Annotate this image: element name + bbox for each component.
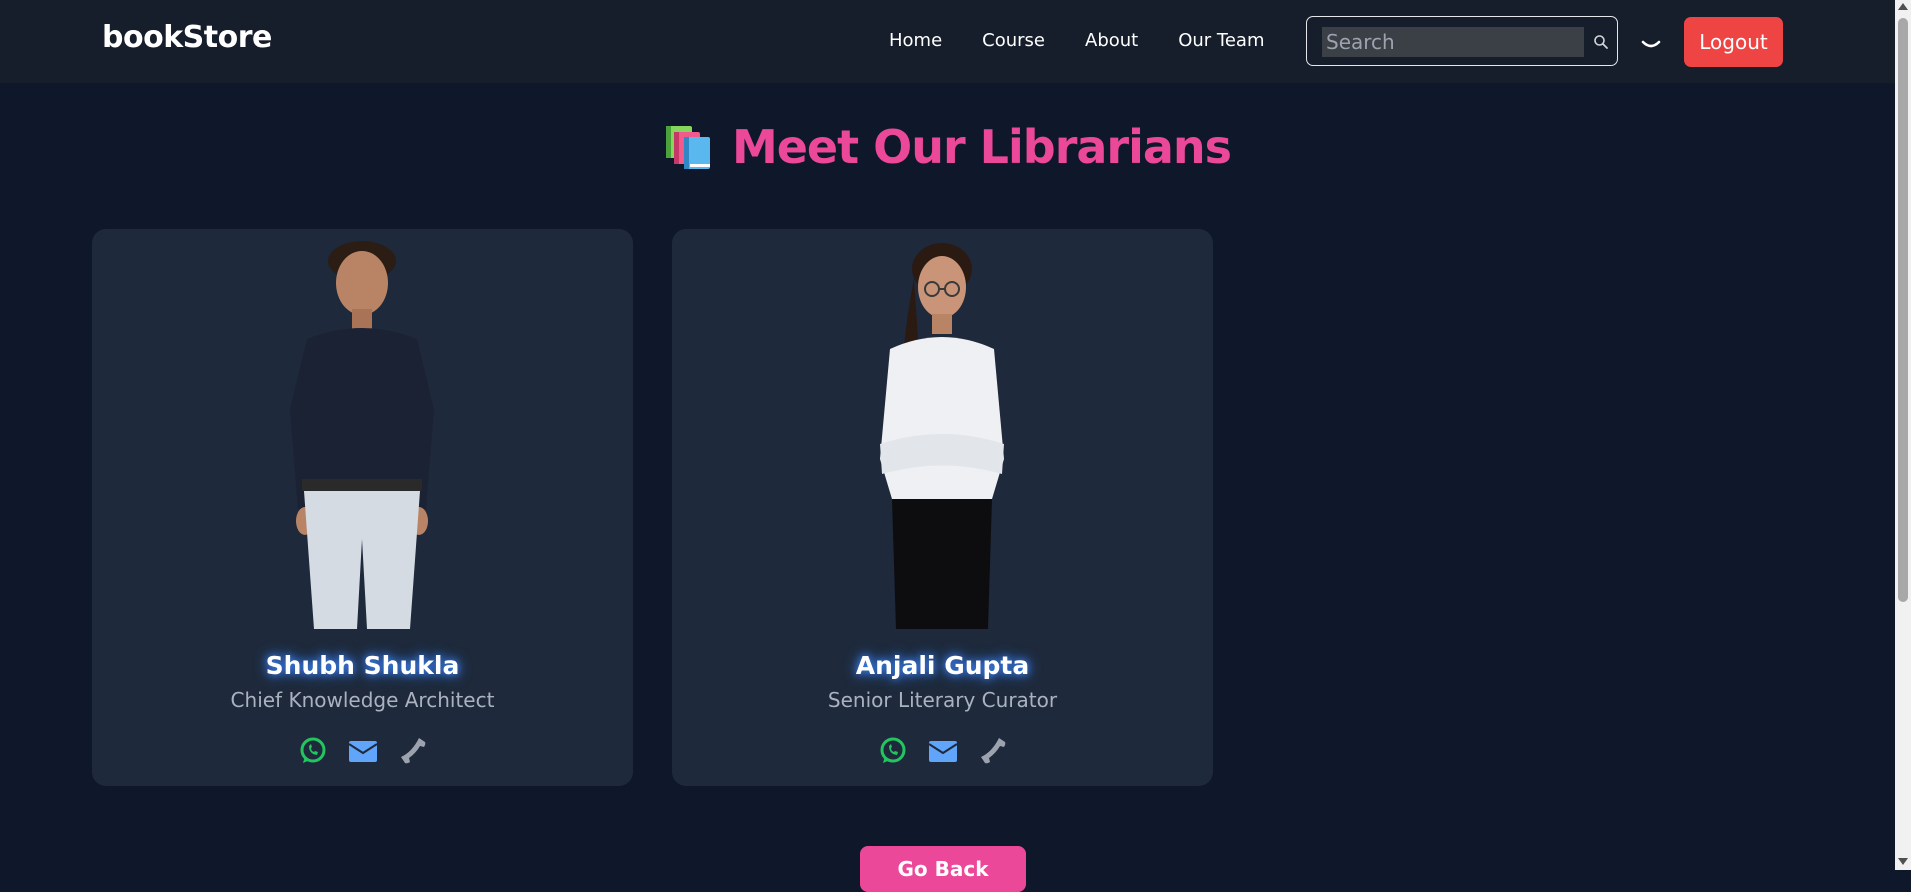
- librarian-name: Anjali Gupta: [855, 651, 1030, 680]
- librarian-card: Anjali Gupta Senior Literary Curator: [672, 229, 1213, 786]
- librarian-photo: [290, 241, 434, 629]
- librarian-name: Shubh Shukla: [265, 651, 460, 680]
- mail-icon[interactable]: [927, 736, 958, 766]
- nav-link-about[interactable]: About: [1085, 30, 1138, 51]
- nav-links: Home Course About Our Team: [889, 30, 1305, 51]
- search-input[interactable]: [1322, 27, 1584, 57]
- books-icon: [665, 126, 710, 169]
- whatsapp-icon[interactable]: [878, 736, 908, 766]
- go-back-button[interactable]: Go Back: [860, 846, 1026, 892]
- brand-logo[interactable]: bookStore: [102, 20, 272, 55]
- theme-toggle-icon[interactable]: [1640, 36, 1662, 56]
- vertical-scrollbar[interactable]: [1895, 0, 1911, 870]
- phone-icon[interactable]: [978, 736, 1008, 766]
- whatsapp-icon[interactable]: [298, 736, 328, 766]
- mail-icon[interactable]: [347, 736, 378, 766]
- navbar: bookStore Home Course About Our Team Log…: [0, 0, 1895, 83]
- scroll-down-arrow-icon[interactable]: [1898, 858, 1908, 865]
- scrollbar-thumb[interactable]: [1898, 18, 1908, 602]
- nav-link-our-team[interactable]: Our Team: [1178, 30, 1264, 51]
- nav-link-home[interactable]: Home: [889, 30, 942, 51]
- librarian-role: Senior Literary Curator: [827, 688, 1058, 712]
- search-icon[interactable]: [1593, 34, 1609, 50]
- contact-links: [92, 736, 633, 766]
- librarian-card: Shubh Shukla Chief Knowledge Architect: [92, 229, 633, 786]
- page-title: Meet Our Librarians: [731, 120, 1232, 174]
- search-box: [1306, 16, 1618, 66]
- nav-link-course[interactable]: Course: [982, 30, 1045, 51]
- logout-button[interactable]: Logout: [1684, 17, 1783, 67]
- scroll-up-arrow-icon[interactable]: [1898, 3, 1908, 10]
- contact-links: [672, 736, 1213, 766]
- librarian-photo: [880, 243, 1004, 629]
- phone-icon[interactable]: [398, 736, 428, 766]
- librarian-role: Chief Knowledge Architect: [230, 688, 495, 712]
- page-heading: Meet Our Librarians: [0, 120, 1895, 174]
